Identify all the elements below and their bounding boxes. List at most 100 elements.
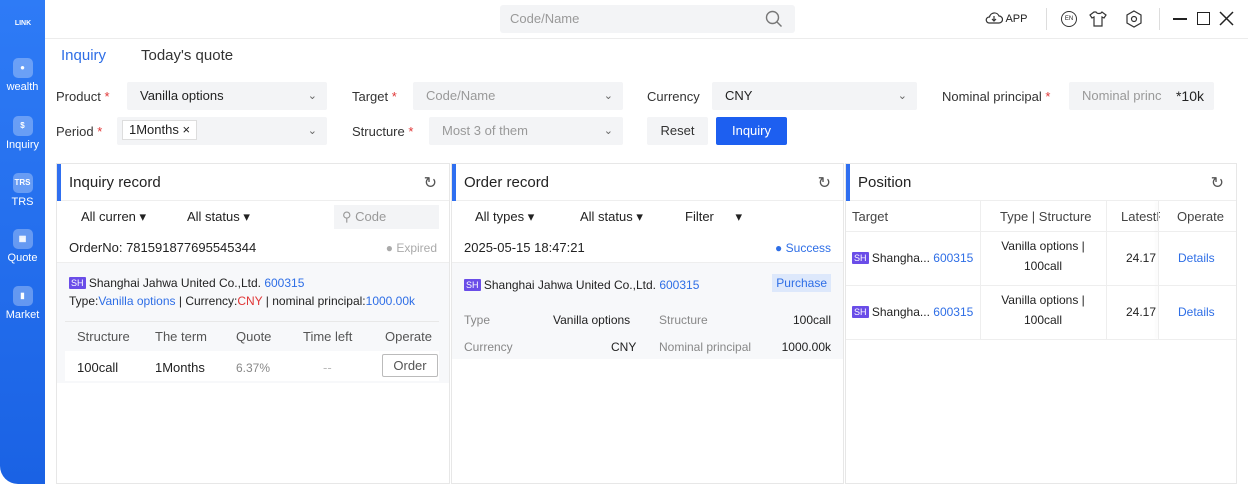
wealth-icon: ● <box>12 58 33 78</box>
company-name: Shanghai Jahwa United Co.,Ltd. <box>483 278 656 292</box>
chevron-down-icon: ⌄ <box>307 125 317 137</box>
rail-item-quote[interactable]: ▦ Quote <box>0 229 45 264</box>
type-structure: 100call <box>1023 313 1063 327</box>
rail-item-label: Market <box>5 309 40 321</box>
rail-item-inquiry[interactable]: $ Inquiry <box>0 116 45 151</box>
quote-icon: ▦ <box>12 229 33 249</box>
rail-item-wealth[interactable]: ● wealth <box>0 58 45 93</box>
panel-title: Inquiry record <box>69 174 161 191</box>
trs-icon: TRS <box>12 173 33 193</box>
refresh-icon[interactable]: ↻ <box>1211 173 1224 193</box>
rail-item-trs[interactable]: TRS TRS <box>0 173 45 208</box>
target-name: Shangha... <box>871 305 930 319</box>
product-value: Vanilla options <box>140 88 224 103</box>
code-search-input[interactable]: ⚲ Code <box>334 205 439 229</box>
structure-value: 100call <box>792 313 831 327</box>
details-link[interactable]: Details <box>1178 251 1215 265</box>
top-bar: Code/Name APP EN <box>45 0 1248 39</box>
more-filter[interactable]: Filter ▾ <box>685 209 742 225</box>
exchange-badge: SH <box>852 252 869 264</box>
exchange-badge: SH <box>69 277 86 289</box>
period-label: Period * <box>56 124 103 139</box>
chevron-down-icon: ⌄ <box>307 90 317 102</box>
app-download-button[interactable]: APP <box>985 11 1027 25</box>
tab-inquiry[interactable]: Inquiry <box>61 47 106 64</box>
inquiry-icon: $ <box>12 116 33 136</box>
quote-table-header: Structure The term Quote Time left Opera… <box>65 321 439 348</box>
exchange-badge: SH <box>852 306 869 318</box>
tag-close-icon[interactable]: × <box>183 122 191 137</box>
language-icon[interactable]: EN <box>1061 11 1077 27</box>
type-label: Type <box>464 313 491 327</box>
details-link[interactable]: Details <box>1178 305 1215 319</box>
search-placeholder: Code/Name <box>510 11 580 26</box>
type-structure: Vanilla options | <box>1001 239 1085 253</box>
chevron-down-icon: ⌄ <box>603 90 613 102</box>
product-select[interactable]: Vanilla options ⌄ <box>127 82 327 110</box>
currency-filter[interactable]: All curren ▾ <box>81 209 146 225</box>
panel-title: Position <box>858 174 912 191</box>
structure-label: Structure * <box>352 124 414 139</box>
nominal-label: Nominal principal * <box>942 89 1051 104</box>
maximize-icon[interactable] <box>1197 12 1210 25</box>
exchange-badge: SH <box>464 279 481 291</box>
company-line: SH Shanghai Jahwa United Co.,Ltd. 600315 <box>69 276 304 290</box>
order-number: OrderNo: 781591877695545344 <box>69 240 257 255</box>
inquiry-summary: Type:Vanilla options | Currency:CNY | no… <box>69 294 416 308</box>
currency-value: CNY <box>611 340 637 354</box>
settings-icon[interactable] <box>1124 9 1144 29</box>
rail-item-label: Quote <box>7 252 38 264</box>
type-structure: 100call <box>1023 259 1063 273</box>
table-row[interactable]: SH Shangha... 600315 Vanilla options | 1… <box>846 286 1236 340</box>
inquiry-button[interactable]: Inquiry <box>716 117 787 145</box>
structure-label: Structure <box>659 313 708 327</box>
target-label: Target * <box>352 89 397 104</box>
market-icon: ▮ <box>12 286 33 306</box>
period-select[interactable]: 1Months × ⌄ <box>117 117 327 145</box>
minimize-icon[interactable] <box>1173 18 1187 20</box>
order-record-panel: Order record ↻ All types ▾ All status ▾ F… <box>451 163 844 484</box>
company-name: Shanghai Jahwa United Co.,Ltd. <box>88 276 261 290</box>
company-line: SH Shanghai Jahwa United Co.,Ltd. 600315 <box>464 278 699 292</box>
status-badge: ● Expired <box>385 241 437 255</box>
type-structure: Vanilla options | <box>1001 293 1085 307</box>
order-button[interactable]: Order <box>382 354 438 377</box>
position-table-header: Target Type | Structure LatestF Operate <box>846 201 1236 339</box>
target-select[interactable]: Code/Name ⌄ <box>413 82 623 110</box>
tab-todays-quote[interactable]: Today's quote <box>141 47 233 64</box>
status-filter[interactable]: All status ▾ <box>187 209 250 225</box>
search-icon[interactable] <box>765 10 783 28</box>
stock-code: 600315 <box>933 305 974 319</box>
rail-item-market[interactable]: ▮ Market <box>0 286 45 321</box>
theme-shirt-icon[interactable] <box>1088 9 1108 29</box>
nominal-principal-input[interactable]: Nominal princ *10k <box>1069 82 1214 110</box>
refresh-icon[interactable]: ↻ <box>818 173 831 193</box>
currency-label: Currency <box>464 340 513 354</box>
app-logo: LINK <box>14 20 32 27</box>
stock-code: 600315 <box>264 276 305 290</box>
target-name: Shangha... <box>871 251 930 265</box>
search-icon: ⚲ <box>342 209 352 224</box>
currency-select[interactable]: CNY ⌄ <box>712 82 917 110</box>
purchase-tag: Purchase <box>772 274 831 292</box>
refresh-icon[interactable]: ↻ <box>424 173 437 193</box>
global-search-input[interactable]: Code/Name <box>500 5 795 33</box>
structure-placeholder: Most 3 of them <box>442 123 528 138</box>
table-row: 100call 1Months 6.37% -- Order <box>65 351 439 381</box>
rail-item-label: Inquiry <box>5 139 40 151</box>
period-tag: 1Months × <box>122 120 198 140</box>
position-panel: Position ↻ Target Type | Structure Latest… <box>845 163 1237 484</box>
reset-button[interactable]: Reset <box>647 117 708 145</box>
close-icon[interactable] <box>1219 11 1234 26</box>
divider <box>1046 8 1047 30</box>
type-filter[interactable]: All types ▾ <box>475 209 534 225</box>
table-row[interactable]: SH Shangha... 600315 Vanilla options | 1… <box>846 232 1236 286</box>
status-filter[interactable]: All status ▾ <box>580 209 643 225</box>
structure-select[interactable]: Most 3 of them ⌄ <box>429 117 623 145</box>
stock-code: 600315 <box>933 251 974 265</box>
chevron-down-icon: ⌄ <box>603 125 613 137</box>
inquiry-record-panel: Inquiry record ↻ All curren ▾ All status … <box>56 163 450 484</box>
nominal-unit: *10k <box>1175 88 1204 104</box>
product-label: Product * <box>56 89 110 104</box>
currency-label: Currency <box>647 89 700 104</box>
